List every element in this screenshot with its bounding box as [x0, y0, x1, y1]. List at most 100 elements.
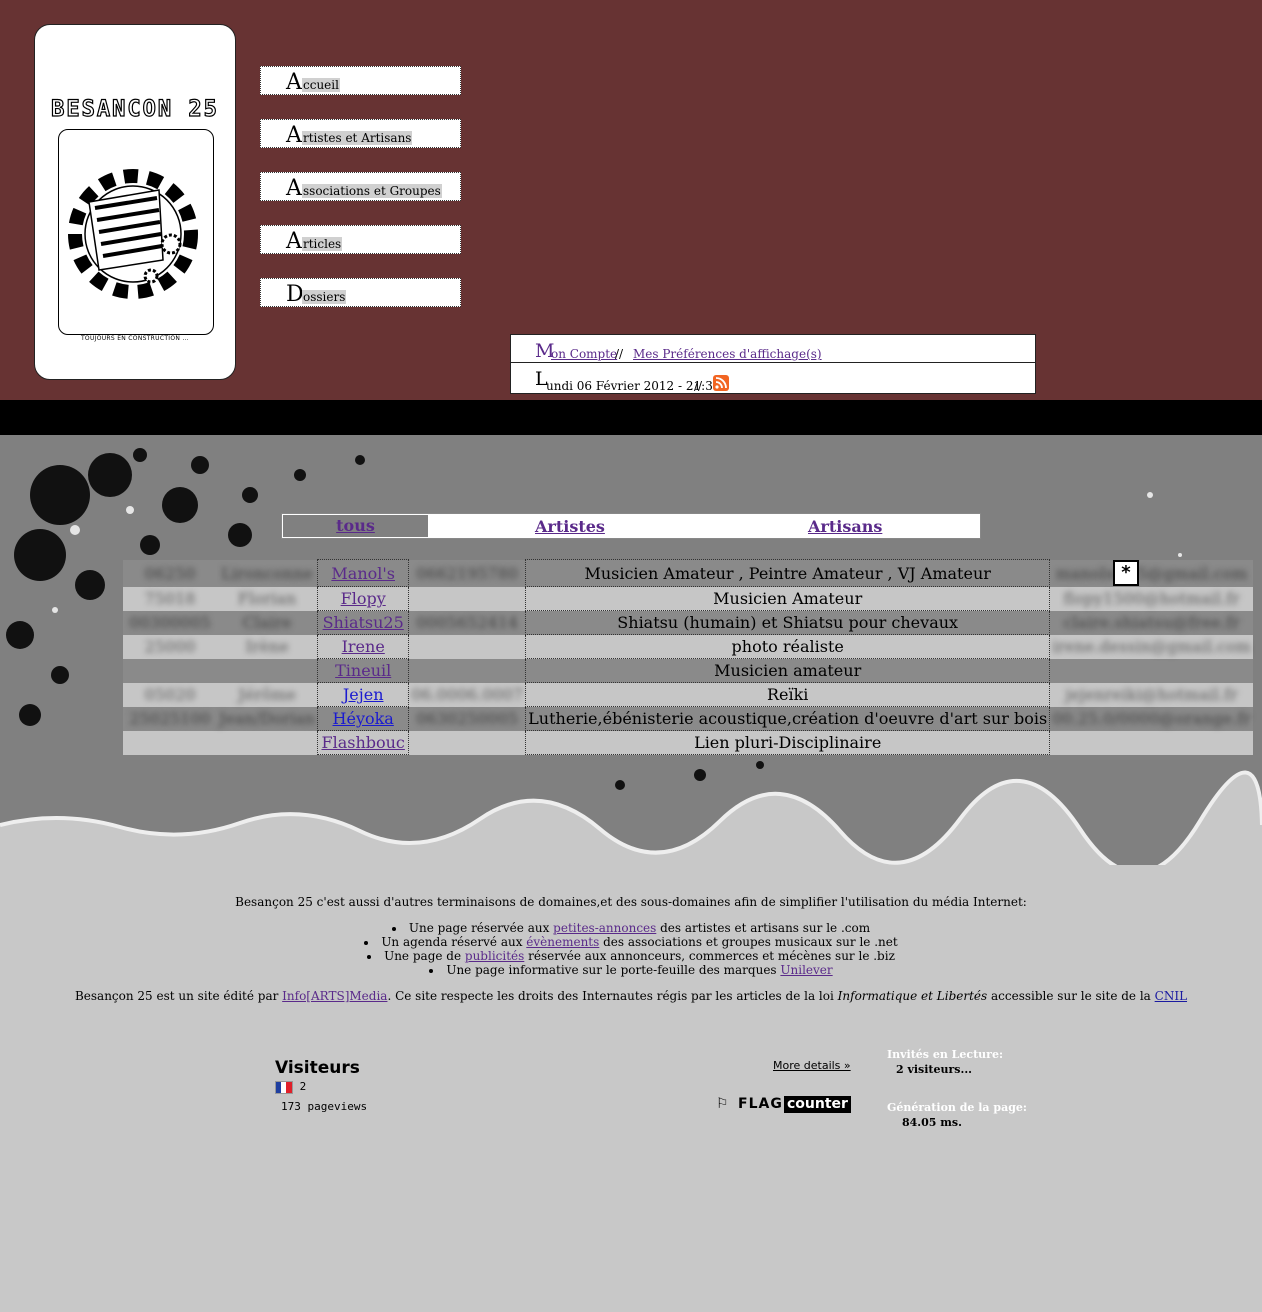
cnil-link[interactable]: CNIL	[1155, 989, 1187, 1003]
list-item: Une page de publicités réservée aux anno…	[0, 949, 1262, 963]
email-cell: irene.dessin@gmail.com	[1049, 634, 1253, 659]
phone-cell	[408, 730, 526, 755]
firstname-cell: Florian	[217, 586, 318, 611]
petites-annonces-link[interactable]: petites-annonces	[553, 921, 656, 935]
phone-cell	[408, 586, 526, 611]
category-filter: tous Artistes Artisans	[281, 513, 981, 539]
nav-initial: A	[286, 229, 302, 254]
visitor-count: 2	[299, 1080, 307, 1093]
visitors-title: Visiteurs	[275, 1058, 360, 1078]
unilever-link[interactable]: Unilever	[780, 963, 832, 977]
infoartsmedia-link[interactable]: Info[ARTS]Media	[282, 989, 387, 1003]
list-item: Une page réservée aux petites-annonces d…	[0, 921, 1262, 935]
description-cell: Musicien amateur	[525, 658, 1051, 683]
postal-code-cell: 25025100	[123, 706, 217, 731]
nav-articles[interactable]: A rticles	[260, 225, 461, 254]
generation-label: Génération de la page:	[887, 1101, 1027, 1114]
firstname-cell	[217, 730, 318, 755]
mon-compte-link[interactable]: on Compte	[551, 347, 617, 361]
legal-notice: Besançon 25 est un site édité par Info[A…	[74, 989, 1188, 1003]
email-cell: 00.25.0/0000@orange.fr	[1049, 706, 1253, 731]
nav-label[interactable]: rticles	[302, 237, 343, 251]
postal-code-cell: 06250	[123, 559, 217, 587]
nav-label[interactable]: rtistes et Artisans	[302, 131, 413, 145]
nav-label[interactable]: ossiers	[302, 290, 347, 304]
firstname-cell: Irène	[217, 634, 318, 659]
table-row: 75018 Florian Flopy Musicien Amateur flopy15…	[123, 586, 1253, 611]
date-bar: L undi 06 Février 2012 - 21:36 //	[510, 362, 1036, 394]
nav-initial: A	[286, 70, 302, 95]
phone-cell	[408, 634, 526, 659]
header: BESANCON 25 TOUJOURS EN CONSTRUCTION ...	[0, 0, 1262, 400]
domain-list: Une page réservée aux petites-annonces d…	[0, 921, 1262, 977]
postal-code-cell	[123, 730, 217, 755]
pageviews: 173 pageviews	[281, 1099, 368, 1113]
firstname-cell	[217, 658, 318, 683]
phone-cell: 0005652414	[408, 610, 526, 635]
flag-counter-icon: ⚐	[716, 1096, 729, 1112]
postal-code-cell: 05020	[123, 682, 217, 707]
nav-artistes-artisans[interactable]: A rtistes et Artisans	[260, 119, 461, 148]
description-cell: Musicien Amateur	[525, 586, 1051, 611]
tab-artistes[interactable]: Artistes	[535, 517, 605, 536]
nav-initial: D	[286, 282, 304, 307]
france-flag-icon	[275, 1080, 293, 1094]
description-cell: Shiatsu (humain) et Shiatsu pour chevaux	[525, 610, 1051, 635]
separator: //	[694, 379, 703, 393]
flag-counter-logo[interactable]: ⚐ FLAG counter	[716, 1095, 851, 1114]
email-cell: jejenreiki@hotmail.fr	[1049, 682, 1253, 707]
members-table: 06250 Lironconne Manol's 0662195780 Musicien…	[123, 559, 1253, 755]
email-cell	[1049, 730, 1253, 755]
member-name-link[interactable]: Tineuil	[335, 661, 391, 680]
separator: //	[615, 347, 624, 361]
rss-icon[interactable]	[713, 375, 729, 391]
description-cell: Reïki	[525, 682, 1051, 707]
list-item: Une page informative sur le porte-feuill…	[0, 963, 1262, 977]
nav-initial: A	[286, 123, 302, 148]
page-stats: Invités en Lecture: 2 visiteurs... Génér…	[887, 1048, 1027, 1129]
nav-accueil[interactable]: A ccueil	[260, 66, 461, 95]
member-name-link[interactable]: Irene	[342, 637, 385, 656]
email-cell: claire.shiatsu@free.fr	[1049, 610, 1253, 635]
table-row: Flashbouc Lien pluri-Disciplinaire	[123, 730, 1253, 755]
firstname-cell: Claire	[217, 610, 318, 635]
logo-title: BESANCON 25	[51, 96, 219, 122]
preferences-link[interactable]: Mes Préférences d'affichage(s)	[633, 347, 822, 361]
generation-value: 84.05 ms.	[902, 1116, 962, 1129]
member-name-link[interactable]: Flashbouc	[321, 733, 404, 752]
publicites-link[interactable]: publicités	[465, 949, 524, 963]
nav-label[interactable]: ccueil	[302, 78, 340, 92]
postal-code-cell: 75018	[123, 586, 217, 611]
table-row: 00300005 Claire Shiatsu25 0005652414 Shiatsu…	[123, 610, 1253, 635]
member-name-link[interactable]: Shiatsu25	[323, 613, 404, 632]
table-row: 06250 Lironconne Manol's 0662195780 Musicien…	[123, 559, 1253, 587]
flag-word: FLAG	[738, 1096, 783, 1112]
counter-word: counter	[784, 1096, 851, 1113]
table-row: 25000 Irène Irene photo réaliste irene.dessi…	[123, 634, 1253, 659]
email-cell	[1049, 658, 1253, 683]
nav-associations-groupes[interactable]: A ssociations et Groupes	[260, 172, 461, 201]
visitor-counter: Visiteurs 2 173 pageviews	[275, 1058, 367, 1113]
description-cell: Lutherie,ébénisterie acoustique,création…	[525, 706, 1051, 731]
footer-intro: Besançon 25 c'est aussi d'autres termina…	[235, 895, 1027, 909]
tab-tous[interactable]: tous	[283, 515, 428, 537]
postal-code-cell	[123, 658, 217, 683]
firstname-cell: Jérôme	[217, 682, 318, 707]
table-row: Tineuil Musicien amateur	[123, 658, 1253, 683]
more-details-link[interactable]: More details »	[773, 1059, 851, 1072]
star-button[interactable]: *	[1113, 560, 1139, 586]
email-cell: manolss.05@gmail.com	[1049, 559, 1253, 587]
table-row: 05020 Jérôme Jejen 06.0006.0007 Reïki jejenre…	[123, 682, 1253, 707]
phone-cell: 0630250005	[408, 706, 526, 731]
firstname-cell: Lironconne	[217, 559, 318, 587]
member-name-link[interactable]: Héyoka	[333, 709, 394, 728]
member-name-link[interactable]: Flopy	[341, 589, 386, 608]
tab-artisans[interactable]: Artisans	[808, 517, 882, 536]
member-name-link[interactable]: Manol's	[331, 564, 395, 583]
description-cell: Lien pluri-Disciplinaire	[525, 730, 1051, 755]
nav-dossiers[interactable]: D ossiers	[260, 278, 461, 307]
site-logo[interactable]: BESANCON 25 TOUJOURS EN CONSTRUCTION ...	[34, 24, 236, 380]
member-name-link[interactable]: Jejen	[343, 685, 384, 704]
nav-label[interactable]: ssociations et Groupes	[302, 184, 442, 198]
evenements-link[interactable]: évènements	[526, 935, 599, 949]
